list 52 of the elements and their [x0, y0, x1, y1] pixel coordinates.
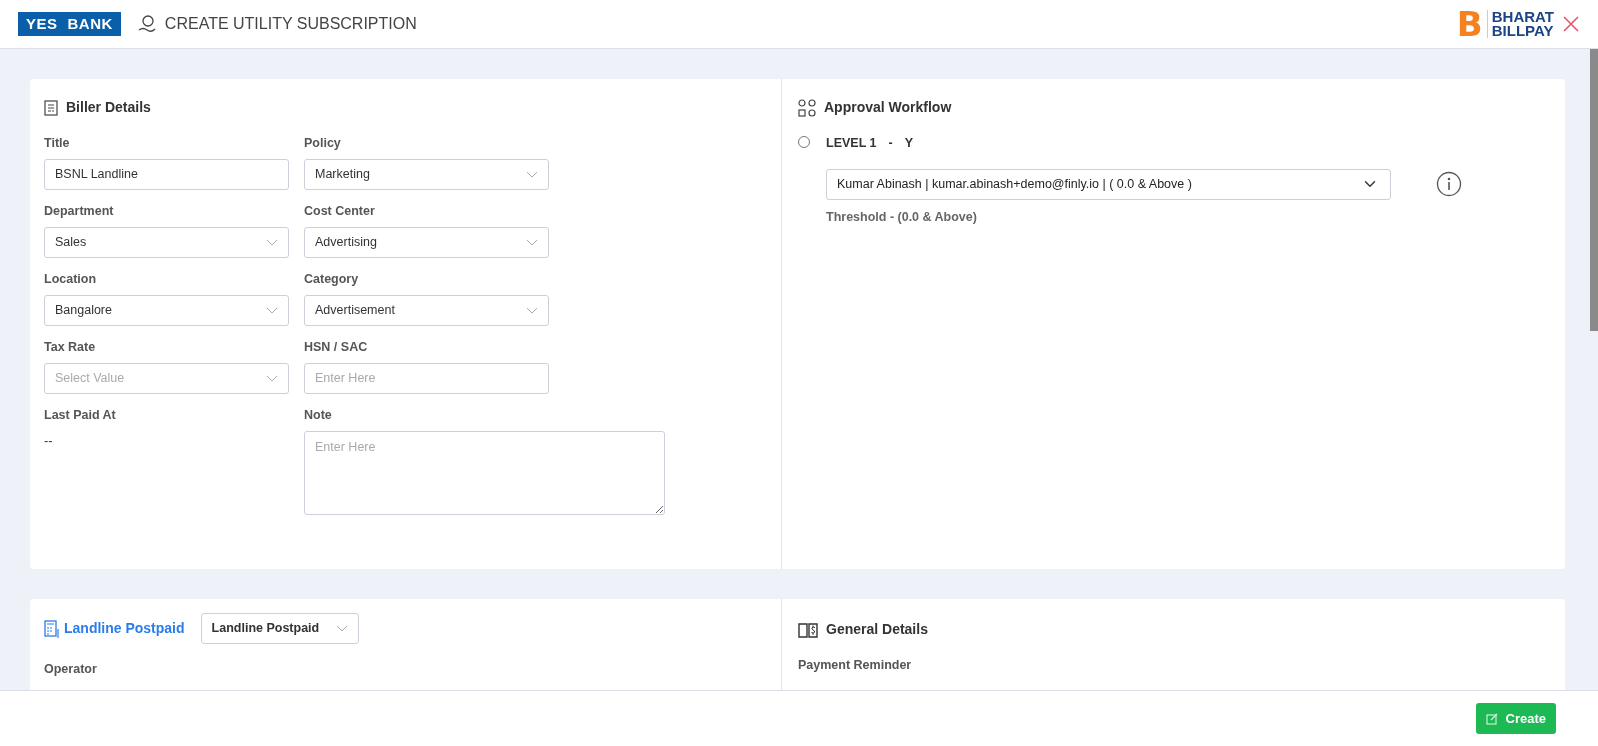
section-title: Biller Details [66, 98, 151, 117]
close-icon[interactable] [1562, 15, 1580, 33]
text-field[interactable]: BSNL Landline [44, 158, 289, 190]
dropdown-field[interactable]: Marketing [304, 158, 549, 190]
page-title: CREATE UTILITY SUBSCRIPTION [164, 14, 417, 34]
chevron-down-icon [266, 238, 278, 246]
book-icon [798, 621, 818, 638]
field-label: Note [304, 407, 333, 424]
chevron-down-icon [526, 170, 538, 178]
text-field[interactable]: Enter Here [304, 362, 549, 394]
chevron-down-icon [526, 306, 538, 314]
field-label: Payment Reminder [798, 657, 913, 674]
logo-text: BHARAT [1491, 9, 1554, 24]
chevron-down-icon [526, 238, 538, 246]
level-name: LEVEL 1 [826, 135, 877, 152]
shapes-icon [798, 98, 816, 117]
section-title: Landline Postpaid [64, 619, 185, 638]
level-flag-text: Y [904, 135, 913, 152]
field-label: Tax Rate [44, 339, 97, 356]
chevron-down-icon [266, 374, 278, 382]
section-title: Approval Workflow [824, 98, 952, 117]
dropdown-field[interactable]: Landline Postpaid [200, 613, 359, 644]
field-label: Category [304, 271, 360, 288]
field-value: -- [44, 431, 54, 450]
approver-dropdown[interactable]: Kumar Abinash | kumar.abinash+demo@finly.io | ( 0.0 & Above ) [826, 168, 1391, 200]
field-label: Location [44, 271, 98, 288]
field-label: Policy [304, 135, 342, 152]
info-icon [1436, 171, 1462, 198]
field-label: Operator [44, 661, 98, 678]
calculator-icon [44, 619, 60, 638]
section-title: General Details [826, 620, 928, 639]
edit-icon [1485, 712, 1498, 725]
chevron-down-icon [266, 306, 278, 314]
threshold-text: Threshold - (0.0 & Above) [826, 208, 978, 226]
dropdown-field[interactable]: Bangalore [44, 294, 289, 326]
field-label: Last Paid At [44, 407, 117, 424]
field-label: Department [44, 203, 115, 220]
dropdown-field[interactable]: Advertisement [304, 294, 549, 326]
note-field[interactable]: Enter Here [304, 430, 665, 515]
field-label: Cost Center [304, 203, 376, 220]
logo-text: BANK [67, 13, 113, 34]
logo-text: BILLPAY [1491, 24, 1554, 39]
logo-text: YES [26, 13, 58, 34]
dropdown-field[interactable]: Sales [44, 226, 289, 258]
scrollbar-thumb[interactable] [1590, 49, 1598, 331]
level-separator: - [887, 135, 894, 152]
logo-mark: B [1456, 7, 1483, 41]
chevron-down-icon [335, 625, 348, 632]
dropdown-field[interactable]: Advertising [304, 226, 549, 258]
field-label: Title [44, 135, 71, 152]
document-icon [44, 99, 58, 116]
field-label: HSN / SAC [304, 339, 369, 356]
